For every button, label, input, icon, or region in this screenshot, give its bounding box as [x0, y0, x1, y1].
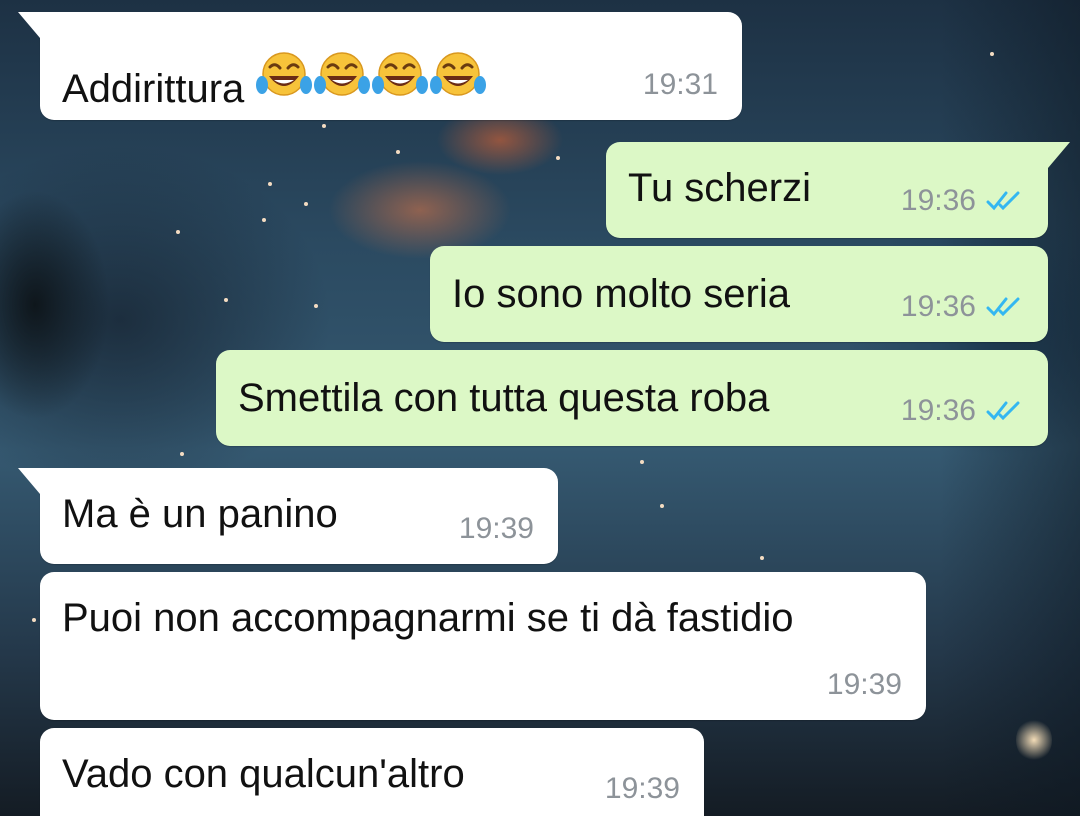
- message-text: Vado con qualcun'altro: [62, 752, 465, 796]
- message-text: Puoi non accompagnarmi se ti dà fastidio: [62, 596, 794, 640]
- chat-background: Addiritturа 19:31 Tu scherzi 19:36 Io so…: [0, 0, 1080, 816]
- message-time: 19:39: [458, 512, 534, 545]
- spark-dot: [556, 156, 560, 160]
- spark-dot: [314, 304, 318, 308]
- spark-dot: [990, 52, 994, 56]
- message-meta: 19:39: [827, 668, 902, 702]
- message-meta: 19:36: [901, 290, 1024, 324]
- tears-of-joy-emoji-icon: [430, 52, 487, 96]
- message-time: 19:36: [900, 290, 976, 323]
- spark-dot: [760, 556, 764, 560]
- message-text-wrap: Addiritturа: [62, 50, 487, 113]
- spark-dot: [262, 218, 266, 222]
- message-text: Tu scherzi: [628, 166, 812, 210]
- message-time: 19:39: [604, 772, 680, 805]
- spark-dot: [304, 202, 308, 206]
- message-bubble-incoming[interactable]: Vado con qualcun'altro 19:39: [40, 728, 704, 816]
- message-time: 19:39: [826, 668, 902, 701]
- message-text: Addiritturа: [62, 67, 245, 111]
- tears-of-joy-emoji-icon: [314, 52, 371, 96]
- spark-dot: [322, 124, 326, 128]
- message-bubble-incoming[interactable]: Ma è un panino 19:39: [18, 468, 558, 564]
- spark-dot: [176, 230, 180, 234]
- message-text: Ma è un panino: [62, 492, 338, 536]
- message-time: 19:36: [900, 184, 976, 217]
- message-meta: 19:39: [605, 772, 680, 806]
- spark-dot: [180, 452, 184, 456]
- tears-of-joy-emoji-icon: [256, 52, 313, 96]
- double-check-read-icon: [986, 297, 1020, 317]
- background-tree-silhouette: [0, 190, 110, 420]
- spark-dot: [660, 504, 664, 508]
- tears-of-joy-emoji-icon: [372, 52, 429, 96]
- message-meta: 19:36: [901, 184, 1024, 218]
- message-bubble-incoming[interactable]: Addiritturа 19:31: [18, 12, 742, 120]
- spark-dot: [640, 460, 644, 464]
- message-bubble-outgoing[interactable]: Io sono molto seria 19:36: [430, 246, 1048, 342]
- spark-dot: [396, 150, 400, 154]
- message-bubble-incoming[interactable]: Puoi non accompagnarmi se ti dà fastidio…: [40, 572, 926, 720]
- message-text: Smettila con tutta questa roba: [238, 376, 770, 420]
- spark-dot: [32, 618, 36, 622]
- message-meta: 19:36: [901, 394, 1024, 428]
- double-check-read-icon: [986, 191, 1020, 211]
- message-text: Io sono molto seria: [452, 272, 790, 316]
- message-bubble-outgoing[interactable]: Tu scherzi 19:36: [606, 142, 1070, 238]
- emoji-group: [254, 50, 487, 102]
- spark-dot: [224, 298, 228, 302]
- message-time: 19:31: [642, 68, 718, 101]
- spark-dot: [268, 182, 272, 186]
- lantern-glow: [1016, 718, 1052, 762]
- double-check-read-icon: [986, 401, 1020, 421]
- message-bubble-outgoing[interactable]: Smettila con tutta questa roba 19:36: [216, 350, 1048, 446]
- message-time: 19:36: [900, 394, 976, 427]
- message-meta: 19:31: [643, 68, 718, 102]
- message-meta: 19:39: [459, 512, 534, 546]
